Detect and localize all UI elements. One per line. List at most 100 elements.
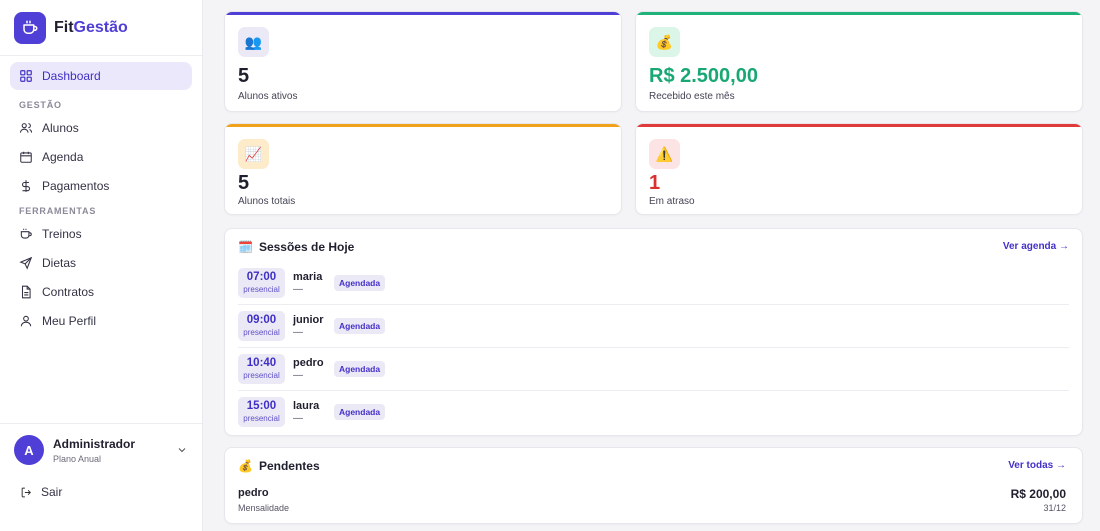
session-mode: presencial xyxy=(243,285,280,294)
sessions-title: 🗓️ Sessões de Hoje xyxy=(238,240,354,254)
session-row[interactable]: 15:00 presencial laura — Agendada xyxy=(238,391,1069,434)
sidebar-item-label: Contratos xyxy=(42,284,95,299)
sidebar-item-label: Pagamentos xyxy=(42,178,110,193)
pending-student: pedro xyxy=(238,487,269,499)
send-icon xyxy=(19,256,33,270)
pending-title-text: Pendentes xyxy=(258,459,320,473)
status-badge: Agendada xyxy=(334,318,386,334)
grid-icon xyxy=(20,70,32,82)
session-row[interactable]: 09:00 presencial junior — Agendada xyxy=(238,305,1069,348)
warning-icon: ⚠️ xyxy=(649,139,680,169)
sidebar: FitGestão Dashboard GESTÃO Alunos Agenda… xyxy=(0,0,203,531)
calendar-icon xyxy=(20,151,32,163)
stat-label: Em atraso xyxy=(649,196,695,207)
sidebar-item-pagamentos[interactable]: Pagamentos xyxy=(10,171,192,200)
session-row[interactable]: 10:40 presencial pedro — Agendada xyxy=(238,348,1069,391)
session-mode: presencial xyxy=(243,328,280,337)
session-sub: — xyxy=(293,413,303,424)
sidebar-item-dashboard[interactable]: Dashboard xyxy=(10,62,192,90)
users-icon: 👥 xyxy=(238,27,269,57)
document-icon xyxy=(21,285,31,298)
chart-icon: 📈 xyxy=(238,139,269,169)
stat-label: Recebido este mês xyxy=(649,91,735,102)
cup-icon xyxy=(20,228,32,239)
pending-title: 💰 Pendentes xyxy=(238,459,320,473)
stat-value: 5 xyxy=(238,172,250,194)
session-student: pedro xyxy=(293,357,324,369)
session-sub: — xyxy=(293,327,303,338)
session-sub: — xyxy=(293,284,303,295)
logout-icon xyxy=(21,487,31,497)
session-mode: presencial xyxy=(243,414,280,423)
brand-name: FitGestão xyxy=(54,18,128,36)
user-icon xyxy=(20,315,32,326)
session-sub: — xyxy=(293,370,303,381)
chevron-down-icon[interactable] xyxy=(176,444,188,456)
sidebar-item-label: Agenda xyxy=(42,149,84,164)
stat-card-alunos-totais: 📈 5 Alunos totais xyxy=(224,123,622,215)
session-row[interactable]: 07:00 presencial maria — Agendada xyxy=(238,262,1069,305)
user-info: Administrador Plano Anual xyxy=(53,437,176,464)
sidebar-item-agenda[interactable]: Agenda xyxy=(10,142,192,171)
dollar-icon xyxy=(21,179,31,192)
session-time-value: 15:00 xyxy=(246,400,277,412)
avatar: A xyxy=(14,435,44,465)
card-accent-bar xyxy=(636,12,1082,15)
sidebar-item-label: Alunos xyxy=(42,120,79,135)
sidebar-item-label: Dashboard xyxy=(42,69,101,83)
stat-value: R$ 2.500,00 xyxy=(649,65,758,87)
stat-value: 1 xyxy=(649,172,661,194)
nav-section-ferramentas: FERRAMENTAS xyxy=(19,206,97,216)
session-student: laura xyxy=(293,400,320,412)
session-time: 07:00 presencial xyxy=(238,268,285,298)
session-time: 09:00 presencial xyxy=(238,311,285,341)
stat-card-alunos-ativos: 👥 5 Alunos ativos xyxy=(224,11,622,112)
user-plan: Plano Anual xyxy=(53,453,102,464)
session-time-value: 07:00 xyxy=(246,271,277,283)
sidebar-footer: A Administrador Plano Anual Sair xyxy=(0,423,202,531)
calendar-icon: 🗓️ xyxy=(238,240,253,254)
brand[interactable]: FitGestão xyxy=(0,0,202,56)
pending-type: Mensalidade xyxy=(238,503,290,513)
session-time-value: 09:00 xyxy=(246,314,277,326)
cup-logo-icon xyxy=(14,11,46,44)
ver-agenda-link[interactable]: Ver agenda → xyxy=(1003,241,1069,252)
user-menu[interactable]: A Administrador Plano Anual xyxy=(0,424,202,465)
session-time-value: 10:40 xyxy=(246,357,277,369)
session-student: junior xyxy=(293,314,324,326)
pending-card: 💰 Pendentes Ver todas → pedro Mensalidad… xyxy=(224,447,1083,524)
user-name: Administrador xyxy=(53,436,136,451)
card-accent-bar xyxy=(225,124,621,127)
sidebar-item-meu-perfil[interactable]: Meu Perfil xyxy=(10,306,192,335)
sidebar-item-alunos[interactable]: Alunos xyxy=(10,113,192,142)
sidebar-item-contratos[interactable]: Contratos xyxy=(10,277,192,306)
money-bag-icon: 💰 xyxy=(238,459,253,473)
card-accent-bar xyxy=(225,12,621,15)
session-time: 15:00 presencial xyxy=(238,397,285,427)
sidebar-item-label: Dietas xyxy=(42,255,77,270)
sidebar-item-label: Meu Perfil xyxy=(42,313,97,328)
users-icon xyxy=(19,122,33,133)
sidebar-item-dietas[interactable]: Dietas xyxy=(10,248,192,277)
logout-button[interactable]: Sair xyxy=(0,465,202,499)
sessions-title-text: Sessões de Hoje xyxy=(258,240,355,254)
card-accent-bar xyxy=(636,124,1082,127)
session-student: maria xyxy=(293,271,323,283)
stat-label: Alunos ativos xyxy=(238,91,298,102)
sidebar-item-label: Treinos xyxy=(42,226,82,241)
status-badge: Agendada xyxy=(334,361,386,377)
ver-todas-link[interactable]: Ver todas → xyxy=(1008,460,1066,471)
session-mode: presencial xyxy=(243,371,280,380)
main-nav: Dashboard GESTÃO Alunos Agenda Pagamento… xyxy=(0,56,202,335)
logout-label: Sair xyxy=(41,485,63,499)
status-badge: Agendada xyxy=(334,404,386,420)
pending-date: 31/12 xyxy=(1043,503,1066,513)
sessions-card: 🗓️ Sessões de Hoje Ver agenda → 07:00 pre… xyxy=(224,228,1083,436)
money-bag-icon: 💰 xyxy=(649,27,680,57)
stat-label: Alunos totais xyxy=(238,196,296,207)
stat-card-em-atraso: ⚠️ 1 Em atraso xyxy=(635,123,1083,215)
session-time: 10:40 presencial xyxy=(238,354,285,384)
pending-amount: R$ 200,00 xyxy=(1010,487,1066,501)
sidebar-item-treinos[interactable]: Treinos xyxy=(10,219,192,248)
stat-card-recebido: 💰 R$ 2.500,00 Recebido este mês xyxy=(635,11,1083,112)
